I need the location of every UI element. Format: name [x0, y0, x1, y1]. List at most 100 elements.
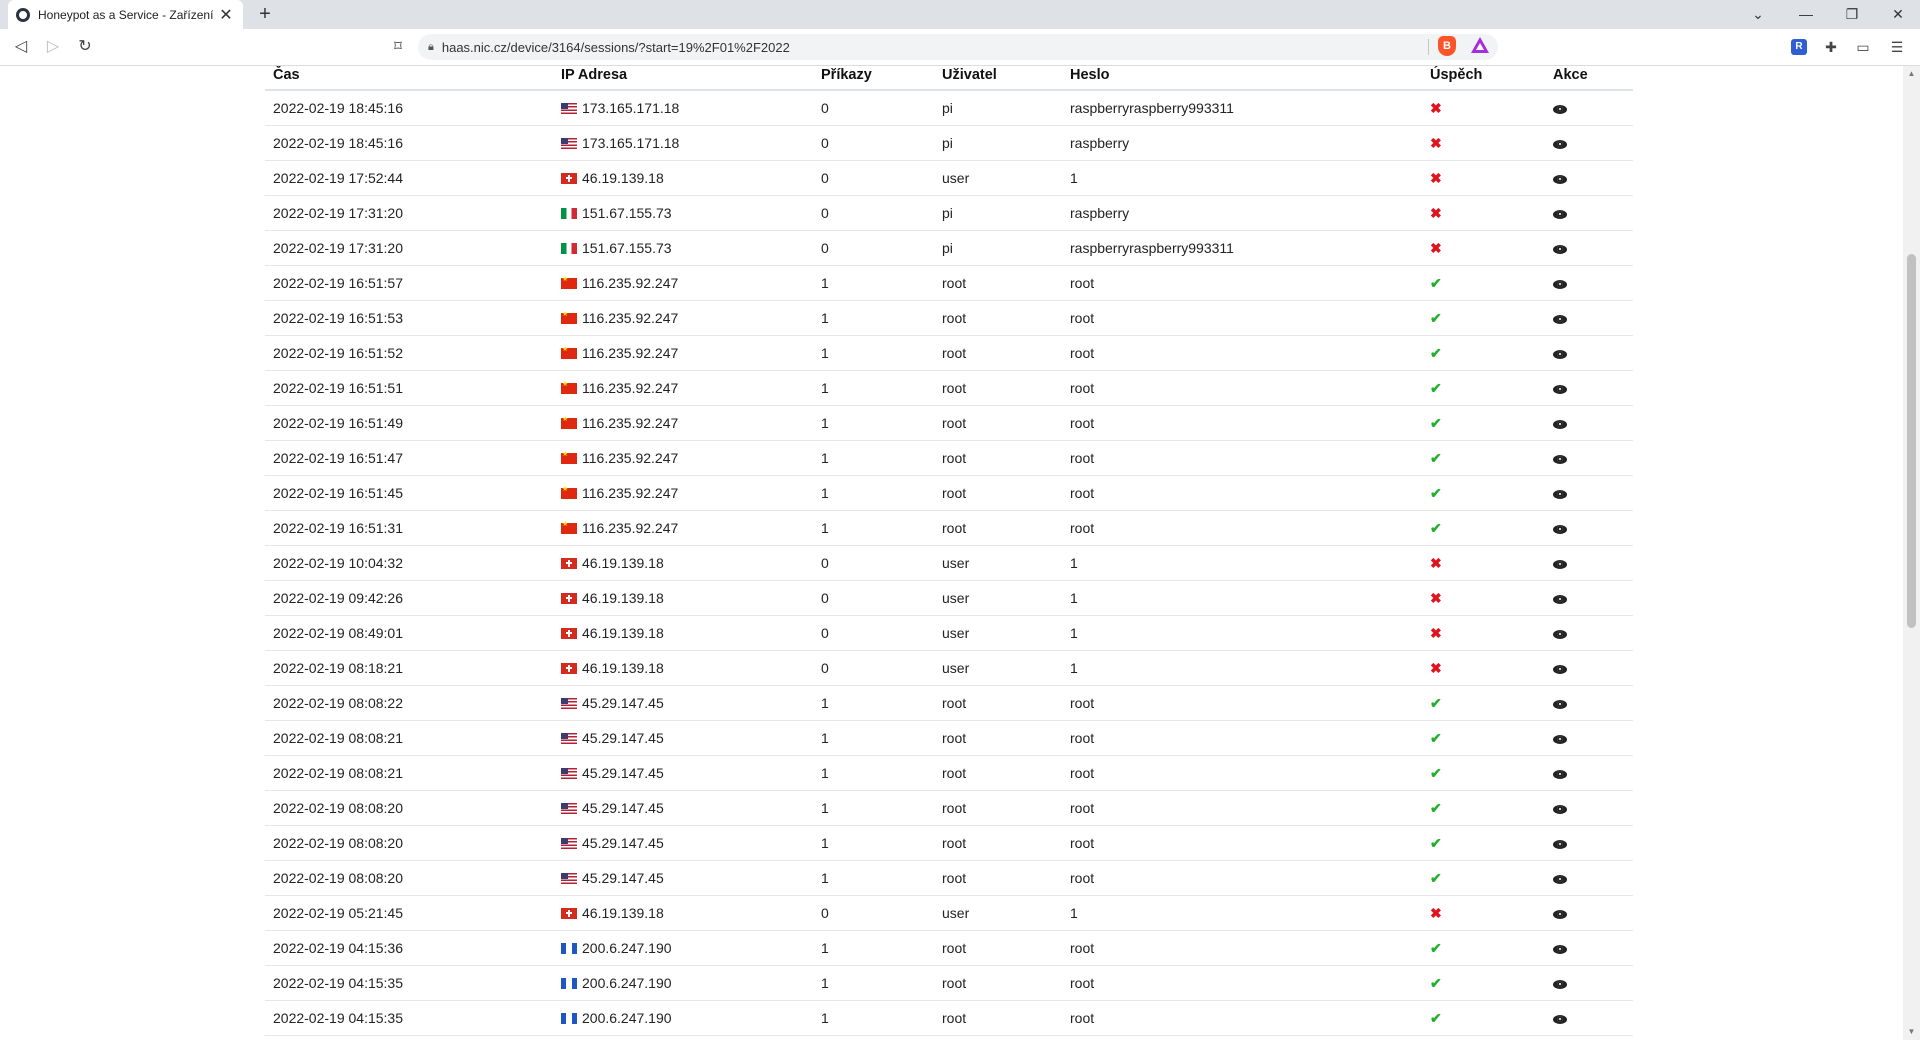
- cell-success: ✔: [1422, 965, 1545, 1001]
- address-bar[interactable]: 🔒︎ haas.nic.cz/device/3164/sessions/?sta…: [418, 34, 1498, 60]
- bookmark-icon[interactable]: ⌑: [388, 29, 408, 65]
- column-header-password[interactable]: Heslo: [1062, 66, 1422, 91]
- back-icon[interactable]: ◁: [8, 29, 34, 65]
- view-session-eye-icon[interactable]: [1553, 279, 1567, 289]
- cell-commands: 0: [813, 615, 934, 651]
- cell-password: 1: [1062, 895, 1422, 931]
- view-session-eye-icon[interactable]: [1553, 244, 1567, 254]
- cell-ip: 45.29.147.45: [553, 825, 813, 861]
- menu-icon[interactable]: ☰: [1886, 36, 1908, 58]
- cell-password: 1: [1062, 615, 1422, 651]
- view-session-eye-icon[interactable]: [1553, 629, 1567, 639]
- ip-address: 46.19.139.18: [582, 660, 664, 676]
- view-session-eye-icon[interactable]: [1553, 419, 1567, 429]
- scroll-up-icon[interactable]: ▲: [1903, 66, 1920, 82]
- browser-tab-active[interactable]: Honeypot as a Service - Zařízení ✕: [8, 0, 243, 29]
- table-row: 2022-02-19 16:51:52116.235.92.2471rootro…: [265, 335, 1633, 371]
- extension-icon[interactable]: R: [1791, 39, 1807, 55]
- view-session-eye-icon[interactable]: [1553, 1014, 1567, 1024]
- brave-shields-icon[interactable]: B: [1438, 36, 1456, 56]
- column-header-ip[interactable]: IP Adresa: [553, 66, 813, 91]
- cell-time: 2022-02-19 18:45:16: [265, 90, 553, 126]
- cell-success: ✔: [1422, 685, 1545, 721]
- country-flag-icon: [561, 102, 577, 114]
- wallet-icon[interactable]: ▭: [1852, 36, 1874, 58]
- view-session-eye-icon[interactable]: [1553, 349, 1567, 359]
- scrollbar-thumb[interactable]: [1907, 254, 1916, 628]
- table-row: 2022-02-19 16:51:49116.235.92.2471rootro…: [265, 405, 1633, 441]
- tab-search-button[interactable]: ⌄: [1736, 0, 1780, 29]
- minimize-button[interactable]: —: [1784, 0, 1828, 29]
- view-session-eye-icon[interactable]: [1553, 209, 1567, 219]
- cell-password: raspberry: [1062, 125, 1422, 161]
- view-session-eye-icon[interactable]: [1553, 839, 1567, 849]
- cell-time: 2022-02-19 08:08:22: [265, 685, 553, 721]
- cell-actions: [1545, 125, 1633, 161]
- cell-time: 2022-02-19 18:45:16: [265, 125, 553, 161]
- view-session-eye-icon[interactable]: [1553, 664, 1567, 674]
- cell-user: root: [934, 265, 1062, 301]
- view-session-eye-icon[interactable]: [1553, 139, 1567, 149]
- cell-actions: [1545, 825, 1633, 861]
- cell-commands: 1: [813, 685, 934, 721]
- country-flag-icon: [561, 345, 577, 359]
- table-row: 2022-02-19 08:08:22 45.29.147.45 1 root root…: [265, 685, 1633, 721]
- extensions-puzzle-icon[interactable]: ✚: [1820, 36, 1842, 58]
- new-tab-button[interactable]: +: [254, 3, 276, 25]
- table-row: 2022-02-19 08:08:21 45.29.147.45 1 root root…: [265, 755, 1633, 791]
- ip-address: 45.29.147.45: [582, 800, 664, 816]
- cell-actions: [1545, 860, 1633, 896]
- tab-close-icon[interactable]: ✕: [217, 5, 235, 25]
- view-session-eye-icon[interactable]: [1553, 104, 1567, 114]
- cell-user: root: [934, 475, 1062, 511]
- brave-rewards-icon[interactable]: [1471, 37, 1489, 53]
- table-row: 2022-02-19 08:18:21 46.19.139.18 0 user 1 ✖: [265, 650, 1633, 686]
- forward-icon[interactable]: ▷: [40, 29, 66, 65]
- close-window-button[interactable]: ✕: [1876, 0, 1920, 29]
- sessions-table: Čas IP Adresa Příkazy Uživatel Heslo Úsp…: [265, 66, 1633, 1036]
- cell-success: ✖: [1422, 90, 1545, 126]
- view-session-eye-icon[interactable]: [1553, 944, 1567, 954]
- page-scrollbar[interactable]: ▲ ▼: [1903, 66, 1920, 1040]
- view-session-eye-icon[interactable]: [1553, 559, 1567, 569]
- cell-commands: 1: [813, 1000, 934, 1036]
- view-session-eye-icon[interactable]: [1553, 734, 1567, 744]
- reload-icon[interactable]: ↻: [72, 29, 98, 65]
- cell-commands: 1: [813, 930, 934, 966]
- view-session-eye-icon[interactable]: [1553, 384, 1567, 394]
- scroll-down-icon[interactable]: ▼: [1903, 1024, 1920, 1040]
- view-session-eye-icon[interactable]: [1553, 454, 1567, 464]
- cell-ip: 45.29.147.45: [553, 685, 813, 721]
- view-session-eye-icon[interactable]: [1553, 524, 1567, 534]
- cell-actions: [1545, 720, 1633, 756]
- table-row: 2022-02-19 08:08:21 45.29.147.45 1 root root…: [265, 720, 1633, 756]
- view-session-eye-icon[interactable]: [1553, 769, 1567, 779]
- cell-success: ✖: [1422, 230, 1545, 266]
- view-session-eye-icon[interactable]: [1553, 874, 1567, 884]
- cell-actions: [1545, 965, 1633, 1001]
- cell-ip: 116.235.92.247: [553, 440, 813, 476]
- country-flag-icon: [561, 485, 577, 499]
- column-header-user[interactable]: Uživatel: [934, 66, 1062, 91]
- ip-address: 116.235.92.247: [582, 345, 679, 361]
- column-header-time[interactable]: Čas: [265, 66, 553, 91]
- view-session-eye-icon[interactable]: [1553, 174, 1567, 184]
- cell-ip: 116.235.92.247: [553, 335, 813, 371]
- column-header-commands[interactable]: Příkazy: [813, 66, 934, 91]
- view-session-eye-icon[interactable]: [1553, 314, 1567, 324]
- view-session-eye-icon[interactable]: [1553, 489, 1567, 499]
- cell-success: ✔: [1422, 300, 1545, 336]
- cell-actions: [1545, 755, 1633, 791]
- cell-actions: [1545, 1000, 1633, 1036]
- view-session-eye-icon[interactable]: [1553, 979, 1567, 989]
- column-header-success[interactable]: Úspěch: [1422, 66, 1545, 91]
- view-session-eye-icon[interactable]: [1553, 699, 1567, 709]
- restore-button[interactable]: ❐: [1830, 0, 1874, 29]
- view-session-eye-icon[interactable]: [1553, 804, 1567, 814]
- url-text[interactable]: haas.nic.cz/device/3164/sessions/?start=…: [442, 40, 790, 55]
- cell-success: ✔: [1422, 825, 1545, 861]
- view-session-eye-icon[interactable]: [1553, 594, 1567, 604]
- view-session-eye-icon[interactable]: [1553, 909, 1567, 919]
- cell-user: root: [934, 755, 1062, 791]
- cell-ip: 200.6.247.190: [553, 1000, 813, 1036]
